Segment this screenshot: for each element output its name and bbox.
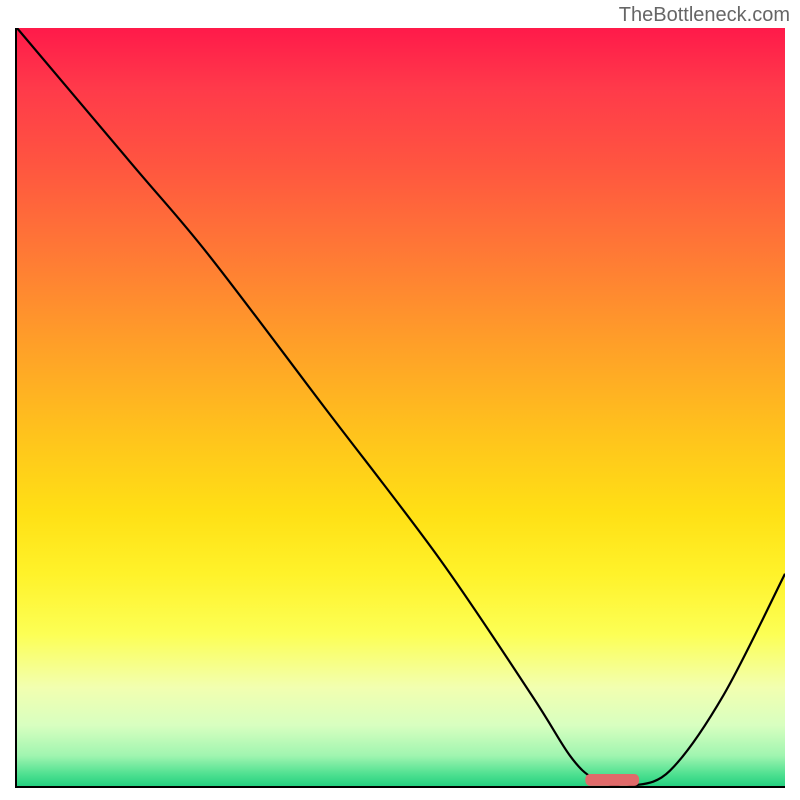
optimal-marker <box>585 774 639 786</box>
plot-area <box>15 28 785 788</box>
watermark-text: TheBottleneck.com <box>619 4 790 27</box>
bottleneck-curve <box>17 28 785 786</box>
chart-svg <box>17 28 785 786</box>
